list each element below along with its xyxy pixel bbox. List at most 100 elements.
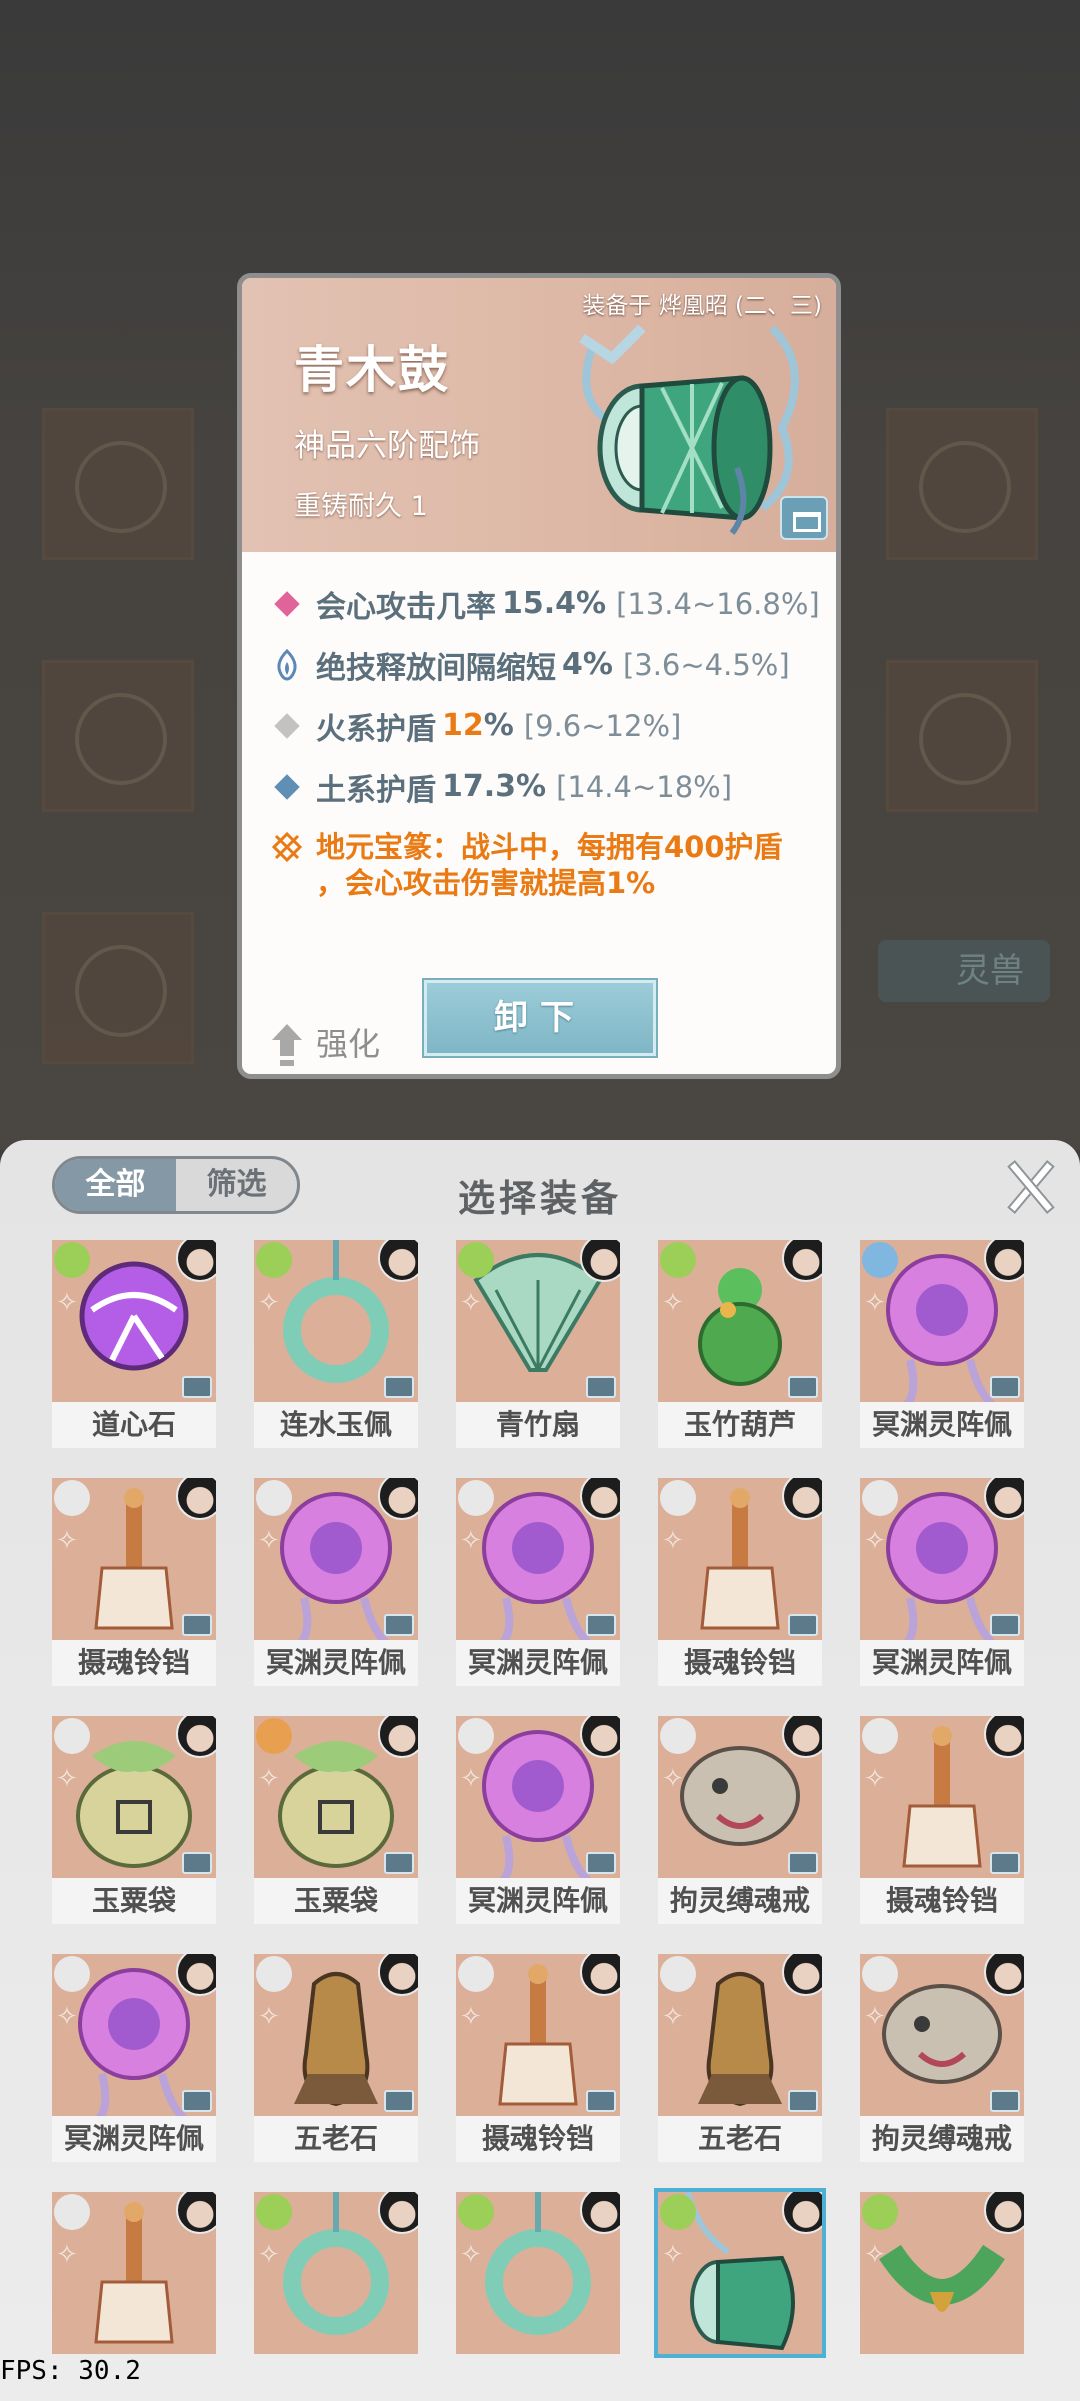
reforge-tag-icon xyxy=(182,1376,212,1398)
equipment-name: 青竹扇 xyxy=(456,1402,620,1448)
stats-list: 会心攻击几率 15.4% [13.4~16.8%] 绝技释放间隔缩短 4% [3… xyxy=(270,573,830,901)
element-icon xyxy=(862,1956,898,1992)
equipment-name: 冥渊灵阵佩 xyxy=(456,1640,620,1686)
stat-value: 17.3% xyxy=(442,769,547,804)
equipment-cell[interactable]: ✧ 冥渊灵阵佩 xyxy=(860,1240,1024,1448)
strengthen-label: 强化 xyxy=(316,1025,381,1063)
special-effect-line: 地元宝篆：战斗中，每拥有400护盾 xyxy=(316,830,783,864)
equipment-art: ✧ xyxy=(860,1954,1024,2116)
equipment-name: 玉粟袋 xyxy=(52,1878,216,1924)
reforge-tag-icon xyxy=(384,1852,414,1874)
equipment-name: 道心石 xyxy=(52,1402,216,1448)
equipment-cell[interactable]: ✧ 摄魂铃铛 xyxy=(52,1478,216,1686)
equipment-cell[interactable]: ✧ 冥渊灵阵佩 xyxy=(52,1954,216,2162)
equipment-name: 玉粟袋 xyxy=(254,1878,418,1924)
equipment-art: ✧ xyxy=(254,1240,418,1402)
reforge-tag-icon xyxy=(586,1376,616,1398)
equipment-cell[interactable]: ✧ 五老石 xyxy=(254,1954,418,2162)
tier-icon: ✧ xyxy=(662,2240,684,2270)
equipment-art: ✧ xyxy=(52,2192,216,2354)
element-icon xyxy=(256,1718,292,1754)
equipment-cell[interactable]: ✧ 冥渊灵阵佩 xyxy=(254,1478,418,1686)
equipment-cell[interactable]: ✧ 玉粟袋 xyxy=(52,1716,216,1924)
tier-icon: ✧ xyxy=(258,1526,280,1556)
card-header: 装备于 烨凰昭 (二、三) 青木鼓 神品六阶配饰 重铸耐久 1 xyxy=(242,278,836,552)
equipment-cell[interactable]: ✧ xyxy=(654,2188,826,2400)
equipment-art: ✧ xyxy=(860,1240,1024,1402)
element-icon xyxy=(660,1956,696,1992)
element-icon xyxy=(458,1956,494,1992)
blue-flame-icon xyxy=(270,648,304,682)
equipment-cell[interactable]: ✧ xyxy=(860,2192,1024,2400)
tier-icon: ✧ xyxy=(258,1764,280,1794)
element-icon xyxy=(862,1718,898,1754)
reforge-tag-icon xyxy=(990,1614,1020,1636)
item-grade: 神品六阶配饰 xyxy=(294,428,480,464)
tier-icon: ✧ xyxy=(864,1764,886,1794)
bg-equip-slot xyxy=(886,660,1038,812)
equipment-art: ✧ xyxy=(456,1716,620,1878)
reforge-badge-icon[interactable] xyxy=(780,496,828,540)
equipment-art: ✧ xyxy=(860,2192,1024,2354)
tier-icon: ✧ xyxy=(56,2240,78,2270)
equipment-cell[interactable]: ✧ 拘灵缚魂戒 xyxy=(658,1716,822,1924)
tier-icon: ✧ xyxy=(56,2002,78,2032)
stat-value: 15.4% xyxy=(502,586,607,621)
equipment-art: ✧ xyxy=(658,1478,822,1640)
equipment-cell[interactable]: ✧ xyxy=(456,2192,620,2400)
tier-icon: ✧ xyxy=(258,2240,280,2270)
equipment-cell[interactable]: ✧ 摄魂铃铛 xyxy=(860,1716,1024,1924)
gray-diamond-icon xyxy=(270,709,304,743)
equipment-cell[interactable]: ✧ 拘灵缚魂戒 xyxy=(860,1954,1024,2162)
tier-icon: ✧ xyxy=(460,2240,482,2270)
reforge-tag-icon xyxy=(182,2090,212,2112)
stat-value: 12% xyxy=(442,708,514,743)
tier-icon: ✧ xyxy=(864,1526,886,1556)
tier-icon: ✧ xyxy=(460,2002,482,2032)
reforge-tag-icon xyxy=(788,1852,818,1874)
element-icon xyxy=(862,1242,898,1278)
equipment-name: 连水玉佩 xyxy=(254,1402,418,1448)
stat-name: 绝技释放间隔缩短 xyxy=(316,650,556,686)
item-name: 青木鼓 xyxy=(294,340,450,399)
unequip-button[interactable]: 卸下 xyxy=(422,978,658,1058)
reforge-tag-icon xyxy=(586,2090,616,2112)
equipment-select-panel: 全部 筛选 选择装备 ✧ 道心石 ✧ 连水玉佩 ✧ 青竹扇 ✧ 玉竹葫芦 ✧ 冥渊灵阵佩 ✧ 摄魂铃铛… xyxy=(0,1140,1080,2401)
equipment-cell[interactable]: ✧ 摄魂铃铛 xyxy=(658,1478,822,1686)
equipment-cell[interactable]: ✧ 玉粟袋 xyxy=(254,1716,418,1924)
equipment-cell[interactable]: ✧ 冥渊灵阵佩 xyxy=(860,1478,1024,1686)
equipment-art: ✧ xyxy=(254,2192,418,2354)
equipment-art: ✧ xyxy=(456,1954,620,2116)
equipment-cell[interactable]: ✧ 青竹扇 xyxy=(456,1240,620,1448)
element-icon xyxy=(54,1956,90,1992)
element-icon xyxy=(54,1718,90,1754)
equipment-cell[interactable]: ✧ xyxy=(254,2192,418,2400)
bg-equip-slot xyxy=(42,912,194,1064)
element-icon xyxy=(862,2194,898,2230)
bg-equip-slot xyxy=(886,408,1038,560)
equipment-cell[interactable]: ✧ 冥渊灵阵佩 xyxy=(456,1478,620,1686)
equipment-cell[interactable]: ✧ 五老石 xyxy=(658,1954,822,2162)
stat-row: 火系护盾 12% [9.6~12%] xyxy=(270,695,830,756)
reforge-tag-icon xyxy=(788,1376,818,1398)
stat-value-unit: % xyxy=(483,708,514,743)
pink-diamond-icon xyxy=(270,587,304,621)
element-icon xyxy=(660,1718,696,1754)
tier-icon: ✧ xyxy=(864,2002,886,2032)
stat-value-highlight: 12 xyxy=(442,708,484,743)
reforge-tag-icon xyxy=(384,2090,414,2112)
tier-icon: ✧ xyxy=(662,1526,684,1556)
strengthen-button[interactable]: 强化 xyxy=(272,1019,380,1065)
equipment-cell[interactable]: ✧ 摄魂铃铛 xyxy=(456,1954,620,2162)
equipment-cell[interactable]: ✧ 道心石 xyxy=(52,1240,216,1448)
equipment-art: ✧ xyxy=(456,1240,620,1402)
close-icon[interactable] xyxy=(1004,1158,1052,1210)
blue-diamond-icon xyxy=(270,770,304,804)
equipment-cell[interactable]: ✧ 玉竹葫芦 xyxy=(658,1240,822,1448)
special-effect-line: ，会心攻击伤害就提高1% xyxy=(316,866,656,900)
equipment-cell[interactable]: ✧ 连水玉佩 xyxy=(254,1240,418,1448)
equipment-cell[interactable]: ✧ 冥渊灵阵佩 xyxy=(456,1716,620,1924)
equipment-art: ✧ xyxy=(654,2188,826,2358)
equipment-name: 摄魂铃铛 xyxy=(658,1640,822,1686)
equipment-art: ✧ xyxy=(52,1478,216,1640)
